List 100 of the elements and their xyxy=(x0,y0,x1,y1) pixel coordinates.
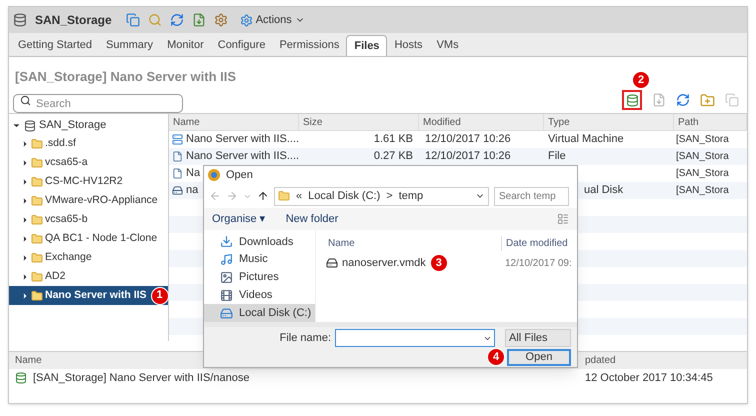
search-field[interactable]: Search temp xyxy=(494,186,569,206)
tree-item[interactable]: .sdd.sf xyxy=(9,134,168,153)
tab[interactable]: Files xyxy=(346,35,388,56)
dialog-title: Open xyxy=(226,168,253,183)
folder-icon xyxy=(31,194,43,206)
file-name[interactable]: Nano Server with IIS.... xyxy=(186,131,300,148)
upload-button[interactable] xyxy=(622,90,642,110)
expand-arrow-icon[interactable] xyxy=(21,178,29,186)
folder-icon xyxy=(31,252,43,264)
nav-item[interactable]: Pictures xyxy=(204,268,315,286)
file-type: Virtual Machine xyxy=(548,133,624,146)
server-icon xyxy=(172,134,183,145)
datastore-icon xyxy=(13,13,27,27)
task-updated: 12 October 2017 10:34:45 xyxy=(584,370,714,386)
expand-arrow-icon[interactable] xyxy=(21,158,29,166)
expand-caret-icon[interactable] xyxy=(12,121,21,130)
gear-icon xyxy=(240,14,253,26)
tab[interactable]: Configure xyxy=(210,35,272,56)
download-icon xyxy=(220,235,233,248)
expand-arrow-icon[interactable] xyxy=(21,196,29,204)
column-header[interactable]: Name xyxy=(316,236,501,250)
tree-item[interactable]: VMware-vRO-Appliance xyxy=(9,191,168,210)
up-icon[interactable] xyxy=(257,190,269,202)
command-button[interactable]: New folder xyxy=(286,210,338,228)
step-badge: 1 xyxy=(150,286,169,304)
browser-icon xyxy=(208,169,220,181)
refresh-icon[interactable] xyxy=(170,13,184,27)
task-name: [SAN_Storage] Nano Server with IIS/nanose xyxy=(33,370,250,386)
expand-arrow-icon[interactable] xyxy=(21,292,29,300)
tree-item[interactable]: Exchange xyxy=(9,248,168,267)
file-path: [SAN_Stora xyxy=(676,134,729,145)
column-header[interactable]: Date modified xyxy=(501,236,568,250)
folder-icon xyxy=(31,290,43,302)
music-icon xyxy=(220,253,233,266)
column-header[interactable]: Path xyxy=(674,114,747,130)
copy-icon[interactable] xyxy=(126,13,140,27)
database-icon xyxy=(626,94,638,106)
search-icon xyxy=(20,94,31,106)
file-path: [SAN_Stora xyxy=(676,168,729,179)
tab[interactable]: Getting Started xyxy=(11,35,99,56)
tab[interactable]: VMs xyxy=(430,35,466,56)
nav-item[interactable]: Downloads xyxy=(204,233,315,251)
file-name[interactable]: Na xyxy=(186,165,200,182)
refresh-icon[interactable] xyxy=(676,93,690,107)
datastore-icon xyxy=(24,120,36,132)
column-header[interactable]: Size xyxy=(299,114,419,130)
file-size: 1.61 KB xyxy=(374,133,413,146)
folder-icon xyxy=(31,156,43,168)
tree-item[interactable]: QA BC1 - Node 1-Clone xyxy=(9,229,168,248)
expand-arrow-icon[interactable] xyxy=(21,272,29,280)
address-bar[interactable]: « Local Disk (C:) > temp xyxy=(274,186,489,206)
datastore-icon xyxy=(15,372,27,384)
nav-item[interactable]: Local Disk (C:) xyxy=(204,304,315,322)
field-label: File name: xyxy=(280,330,331,346)
new-folder-icon[interactable] xyxy=(700,92,715,108)
expand-arrow-icon[interactable] xyxy=(21,140,29,148)
settings-icon[interactable] xyxy=(214,13,228,27)
file-modified: 12/10/2017 10:26 xyxy=(425,133,511,146)
folder-icon xyxy=(31,270,43,282)
file-path: [SAN_Stora xyxy=(676,185,729,196)
command-button[interactable]: Organise ▾ xyxy=(212,210,266,228)
caret-icon xyxy=(483,334,492,343)
tree-item[interactable]: CS-MC-HV12R2 xyxy=(9,172,168,191)
folder-icon xyxy=(278,190,290,202)
view-icon[interactable] xyxy=(557,213,569,225)
tree-item[interactable]: vcsa65-b xyxy=(9,210,168,229)
tree-item[interactable]: Nano Server with IIS 1 xyxy=(9,286,168,305)
file-name[interactable]: na xyxy=(186,182,198,199)
object-title: SAN_Storage xyxy=(35,12,112,29)
tab[interactable]: Hosts xyxy=(387,35,430,56)
step-badge: 3 xyxy=(430,254,448,272)
nav-item[interactable]: Videos xyxy=(204,286,315,304)
expand-arrow-icon[interactable] xyxy=(21,234,29,242)
file-name[interactable]: nanoserver.vmdk xyxy=(342,254,426,272)
column-header[interactable]: Type xyxy=(544,114,674,130)
expand-arrow-icon[interactable] xyxy=(21,254,29,262)
tree-item[interactable]: vcsa65-a xyxy=(9,153,168,172)
column-header[interactable]: Name xyxy=(169,114,299,130)
step-badge: 4 xyxy=(487,348,505,366)
actions-menu[interactable]: Actions xyxy=(240,12,305,28)
expand-arrow-icon[interactable] xyxy=(21,216,29,224)
nav-item[interactable]: Music xyxy=(204,250,315,269)
file-type-select[interactable]: All Files xyxy=(505,329,571,347)
column-header[interactable]: Modified xyxy=(419,114,544,130)
tab[interactable]: Monitor xyxy=(160,35,211,56)
open-button[interactable]: Open xyxy=(507,348,571,366)
tab[interactable]: Permissions xyxy=(272,35,346,56)
file-path: [SAN_Stora xyxy=(676,151,729,162)
search-field[interactable]: Search xyxy=(13,94,183,113)
file-date: 12/10/2017 09: xyxy=(504,256,572,270)
tree-label[interactable]: SAN_Storage xyxy=(39,117,106,134)
file-type: File xyxy=(548,150,566,162)
tab[interactable]: Summary xyxy=(99,35,160,56)
folder-icon xyxy=(31,138,43,150)
file-name-field[interactable] xyxy=(335,329,495,347)
file-name[interactable]: Nano Server with IIS.... xyxy=(186,148,300,165)
column-header[interactable]: pdated xyxy=(581,353,620,368)
folder-icon xyxy=(31,232,43,244)
tree-item[interactable]: AD2 xyxy=(9,267,168,286)
file-icon xyxy=(172,168,183,179)
